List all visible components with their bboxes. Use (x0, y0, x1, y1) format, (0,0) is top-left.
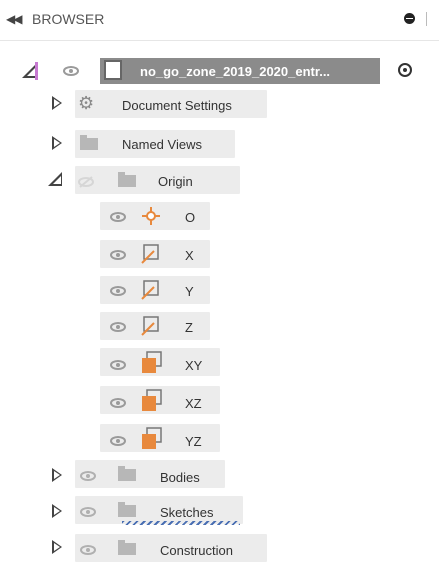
collapse-icon[interactable] (52, 468, 62, 482)
tree-item-label: Origin (158, 174, 193, 189)
expand-icon[interactable] (22, 64, 36, 78)
axis-icon (140, 243, 162, 265)
folder-icon (118, 466, 136, 482)
expand-icon[interactable] (48, 172, 62, 186)
pin-icon[interactable] (404, 13, 415, 24)
tree-item-label: Sketches (160, 505, 214, 520)
document-icon (104, 60, 122, 80)
tree-item-label: XY (185, 358, 203, 373)
warning-underline (122, 521, 240, 525)
eye-icon[interactable] (110, 398, 126, 408)
eye-icon[interactable] (110, 436, 126, 446)
active-component-indicator (35, 62, 38, 80)
eye-icon[interactable] (110, 360, 126, 370)
header-divider (426, 12, 427, 26)
activate-radio-icon[interactable] (398, 63, 412, 77)
eye-icon[interactable] (110, 212, 126, 222)
eye-icon[interactable] (110, 322, 126, 332)
folder-icon (118, 502, 136, 518)
plane-icon (140, 389, 164, 413)
root-component-name[interactable]: no_go_zone_2019_2020_entr... (140, 64, 330, 79)
tree-item-label: Z (185, 320, 193, 335)
eye-icon[interactable] (80, 471, 96, 481)
eye-icon[interactable] (110, 250, 126, 260)
eye-icon[interactable] (63, 66, 79, 76)
tree-item-label: Document Settings (122, 98, 232, 113)
browser-title: BROWSER (32, 11, 105, 27)
collapse-icon[interactable] (52, 540, 62, 554)
collapse-icon[interactable] (52, 504, 62, 518)
tree-item-label: X (185, 248, 194, 263)
tree-item-label: YZ (185, 434, 202, 449)
plane-icon (140, 351, 164, 375)
tree-item-label: XZ (185, 396, 202, 411)
collapse-icon[interactable] (52, 136, 62, 150)
folder-icon (80, 135, 98, 151)
eye-icon[interactable] (110, 286, 126, 296)
tree-item-label: Named Views (122, 137, 202, 152)
folder-icon (118, 172, 136, 188)
gear-icon: ⚙ (78, 93, 95, 113)
folder-icon (118, 540, 136, 556)
tree-item-label: O (185, 210, 196, 225)
axis-icon (140, 279, 162, 301)
origin-point-icon (140, 205, 162, 227)
collapse-icon[interactable] (52, 96, 62, 110)
double-chevron-left-icon[interactable]: ◀◀ (6, 12, 23, 26)
axis-icon (140, 315, 162, 337)
tree-item-pill[interactable] (75, 496, 243, 524)
eye-icon[interactable] (80, 507, 96, 517)
tree-item-label: Y (185, 284, 194, 299)
eye-icon[interactable] (80, 545, 96, 555)
plane-icon (140, 427, 164, 451)
browser-header: ◀◀ BROWSER (0, 0, 439, 41)
tree-item-label: Construction (160, 543, 233, 558)
tree-item-pill[interactable] (75, 460, 225, 488)
eye-hidden-icon[interactable] (78, 176, 94, 188)
tree-item-label: Bodies (160, 470, 200, 485)
